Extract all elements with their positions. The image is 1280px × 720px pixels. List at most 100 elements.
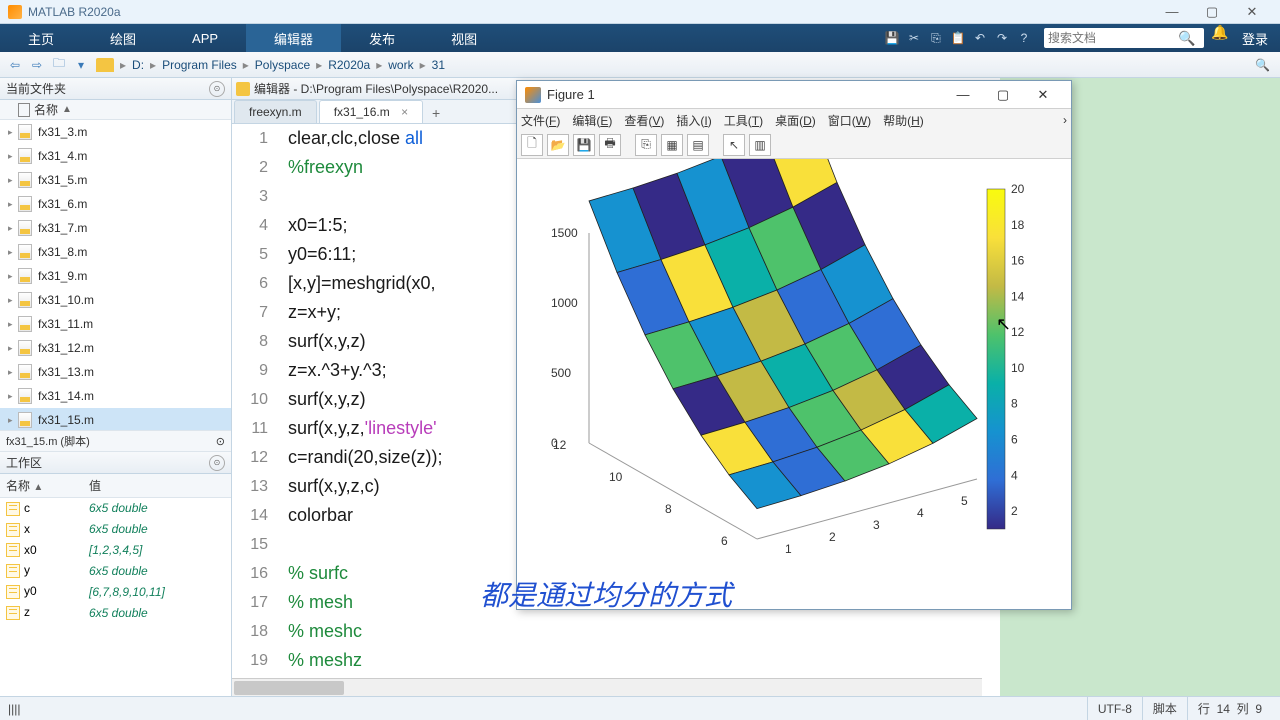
new-fig-icon[interactable]: 🗋 (521, 134, 543, 156)
encoding-cell[interactable]: UTF-8 (1087, 697, 1142, 720)
var-icon (6, 543, 20, 557)
path-search-icon[interactable]: 🔍 (1249, 58, 1276, 72)
fig-menu-item[interactable]: 窗口(W) (828, 112, 871, 129)
tab-view[interactable]: 视图 (423, 24, 505, 52)
fig-maximize-button[interactable]: ▢ (983, 81, 1023, 109)
file-row[interactable]: ▸fx31_12.m (0, 336, 231, 360)
editor-tab-0[interactable]: freexyn.m (234, 100, 317, 123)
save-fig-icon[interactable]: 💾 (573, 134, 595, 156)
file-list-header[interactable]: 名称 ▲ (0, 100, 231, 120)
scrollbar-thumb[interactable] (234, 681, 344, 695)
h-scrollbar[interactable] (232, 678, 982, 696)
breadcrumb-item[interactable]: 31 (428, 58, 449, 72)
print-icon[interactable]: 🖶 (599, 134, 621, 156)
sort-icon[interactable]: ▲ (62, 104, 72, 115)
var-row[interactable]: x6x5 double (0, 519, 231, 540)
help-icon[interactable]: ? (1014, 28, 1034, 48)
pointer-icon[interactable]: ↖ (723, 134, 745, 156)
var-row[interactable]: z6x5 double (0, 602, 231, 623)
svg-text:4: 4 (917, 506, 924, 520)
script-cell: 脚本 (1142, 697, 1187, 720)
file-row[interactable]: ▸fx31_14.m (0, 384, 231, 408)
save-icon[interactable]: 💾 (882, 28, 902, 48)
fig-minimize-button[interactable]: — (943, 81, 983, 109)
notification-icon[interactable]: 🔔 (1210, 24, 1230, 52)
close-tab-icon[interactable]: × (401, 105, 408, 119)
fig-menu-item[interactable]: 文件(F) (521, 112, 560, 129)
back-icon[interactable]: ⇦ (5, 55, 25, 75)
layout-icon[interactable]: ▦ (661, 134, 683, 156)
figure-titlebar[interactable]: Figure 1 — ▢ ✕ (517, 81, 1071, 109)
search-icon[interactable]: 🔍 (1178, 30, 1195, 47)
copy-icon[interactable]: ⎘ (926, 28, 946, 48)
file-row[interactable]: ▸fx31_15.m (0, 408, 231, 430)
var-row[interactable]: c6x5 double (0, 498, 231, 519)
tab-editor[interactable]: 编辑器 (246, 24, 341, 52)
figure-menubar[interactable]: 文件(F) 编辑(E) 查看(V) 插入(I) 工具(T) 桌面(D) 窗口(W) 帮助(H)… (517, 109, 1071, 131)
workspace-list: 名称 ▲ 值 c6x5 doublex6x5 doublex0[1,2,3,4,… (0, 474, 231, 696)
menu-overflow-icon[interactable]: › (1063, 113, 1067, 127)
breadcrumb-item[interactable]: R2020a (324, 58, 374, 72)
undo-icon[interactable]: ↶ (970, 28, 990, 48)
open-icon[interactable]: 📂 (547, 134, 569, 156)
var-row[interactable]: y0[6,7,8,9,10,11] (0, 581, 231, 602)
fig-close-button[interactable]: ✕ (1023, 81, 1063, 109)
insert-icon[interactable]: ▤ (687, 134, 709, 156)
redo-icon[interactable]: ↷ (992, 28, 1012, 48)
fig-menu-item[interactable]: 工具(T) (724, 112, 763, 129)
var-row[interactable]: y6x5 double (0, 560, 231, 581)
cut-icon[interactable]: ✂ (904, 28, 924, 48)
gear-icon[interactable]: ⊙ (209, 81, 225, 97)
file-row[interactable]: ▸fx31_5.m (0, 168, 231, 192)
svg-text:14: 14 (1011, 289, 1025, 303)
figure-axes[interactable]: 050010001500123456810122468101214161820 (517, 159, 1071, 609)
fig-menu-item[interactable]: 编辑(E) (572, 112, 612, 129)
search-input[interactable] (1048, 31, 1178, 45)
var-row[interactable]: x0[1,2,3,4,5] (0, 540, 231, 561)
editor-title-text: 编辑器 - D:\Program Files\Polyspace\R2020..… (254, 80, 498, 97)
close-button[interactable]: ✕ (1232, 0, 1272, 24)
file-row[interactable]: ▸fx31_8.m (0, 240, 231, 264)
file-row[interactable]: ▸fx31_4.m (0, 144, 231, 168)
cursor-pos-cell: 行 14 列 9 (1187, 697, 1272, 720)
up-icon[interactable]: 🗀 (49, 55, 69, 75)
file-row[interactable]: ▸fx31_10.m (0, 288, 231, 312)
tab-app[interactable]: APP (164, 24, 246, 52)
file-row[interactable]: ▸fx31_13.m (0, 360, 231, 384)
breadcrumb-item[interactable]: D: (128, 58, 148, 72)
minimize-button[interactable]: — (1152, 0, 1192, 24)
tab-plot[interactable]: 绘图 (82, 24, 164, 52)
breadcrumb-item[interactable]: Polyspace (251, 58, 314, 72)
login-button[interactable]: 登录 (1230, 24, 1280, 52)
mfile-icon (18, 124, 32, 140)
file-row[interactable]: ▸fx31_9.m (0, 264, 231, 288)
fig-menu-item[interactable]: 插入(I) (676, 112, 711, 129)
breadcrumb-item[interactable]: Program Files (158, 58, 241, 72)
maximize-button[interactable]: ▢ (1192, 0, 1232, 24)
history-icon[interactable]: ▾ (71, 55, 91, 75)
datatip-icon[interactable]: ▥ (749, 134, 771, 156)
figure-window[interactable]: Figure 1 — ▢ ✕ 文件(F) 编辑(E) 查看(V) 插入(I) 工具(T)… (516, 80, 1072, 610)
var-value-col[interactable]: 值 (83, 474, 231, 498)
fig-menu-item[interactable]: 桌面(D) (775, 112, 816, 129)
file-row[interactable]: ▸fx31_11.m (0, 312, 231, 336)
tab-home[interactable]: 主页 (0, 24, 82, 52)
new-tab-button[interactable]: + (425, 103, 447, 123)
info-gear-icon[interactable]: ⊙ (216, 435, 225, 448)
var-name-col[interactable]: 名称 ▲ (0, 474, 83, 498)
file-row[interactable]: ▸fx31_7.m (0, 216, 231, 240)
file-row[interactable]: ▸fx31_3.m (0, 120, 231, 144)
paste-icon[interactable]: 📋 (948, 28, 968, 48)
fig-menu-item[interactable]: 查看(V) (624, 112, 664, 129)
doc-search[interactable]: 🔍 (1044, 28, 1204, 48)
editor-tab-1[interactable]: fx31_16.m × (319, 100, 423, 123)
file-row[interactable]: ▸fx31_6.m (0, 192, 231, 216)
tab-publish[interactable]: 发布 (341, 24, 423, 52)
svg-text:10: 10 (609, 470, 623, 484)
fig-menu-item[interactable]: 帮助(H) (883, 112, 924, 129)
forward-icon[interactable]: ⇨ (27, 55, 47, 75)
link-icon[interactable]: ⎘ (635, 134, 657, 156)
figure-toolbar[interactable]: 🗋 📂 💾 🖶 ⎘ ▦ ▤ ↖ ▥ (517, 131, 1071, 159)
breadcrumb-item[interactable]: work (384, 58, 417, 72)
ws-gear-icon[interactable]: ⊙ (209, 455, 225, 471)
